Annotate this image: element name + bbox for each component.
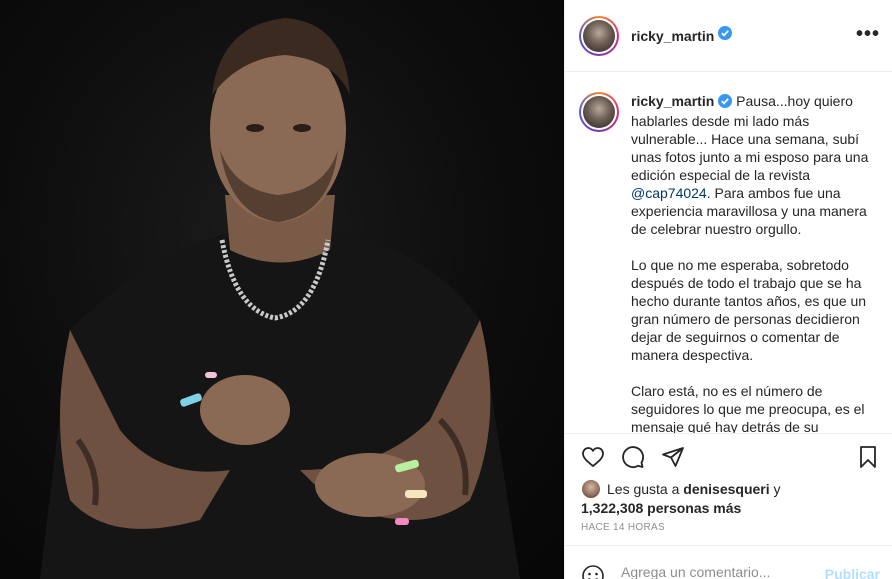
- bookmark-icon[interactable]: [856, 445, 880, 469]
- caption-verified-badge-icon: [718, 94, 733, 112]
- liker-avatar[interactable]: [581, 479, 601, 499]
- caption-avatar[interactable]: [579, 92, 619, 132]
- likes-count-link[interactable]: 1,322,308 personas más: [581, 500, 741, 516]
- caption-text: ricky_martin Pausa...hoy quiero hablarle…: [631, 92, 871, 433]
- avatar-image: [583, 19, 615, 52]
- photo-illustration: [40, 18, 520, 579]
- liker-username-link[interactable]: denisesqueri: [683, 481, 769, 497]
- more-options-button[interactable]: •••: [856, 24, 880, 44]
- paper-plane-icon[interactable]: [661, 445, 685, 469]
- caption-paragraph-3: Claro está, no es el número de seguidore…: [631, 383, 865, 433]
- post-header: ricky_martin •••: [565, 0, 892, 72]
- likes-middle: y: [769, 481, 781, 497]
- likes-summary: Les gusta a denisesqueri y 1,322,308 per…: [581, 479, 881, 517]
- action-bar: [565, 433, 892, 479]
- caption-avatar-image: [583, 96, 615, 128]
- avatar[interactable]: [579, 15, 619, 56]
- publish-button[interactable]: Publicar: [825, 566, 880, 579]
- post-photo[interactable]: [0, 0, 564, 579]
- heart-icon[interactable]: [581, 445, 605, 469]
- post-timestamp[interactable]: HACE 14 HORAS: [581, 522, 665, 533]
- post-panel: ricky_martin ••• ricky_martin Pausa...ho…: [564, 0, 892, 579]
- caption-paragraph-1: ricky_martin Pausa...hoy quiero hablarle…: [631, 92, 871, 238]
- caption-paragraph-2: Lo que no me esperaba, sobretodo después…: [631, 257, 867, 363]
- comment-input[interactable]: [621, 564, 821, 579]
- caption-area[interactable]: ricky_martin Pausa...hoy quiero hablarle…: [565, 72, 892, 433]
- caption-row: ricky_martin Pausa...hoy quiero hablarle…: [579, 92, 876, 433]
- verified-badge-icon: [718, 26, 733, 45]
- mention-link[interactable]: @cap74024: [631, 185, 707, 201]
- comment-icon[interactable]: [621, 445, 645, 469]
- caption-username[interactable]: ricky_martin: [631, 93, 714, 109]
- emoji-icon[interactable]: [581, 564, 605, 579]
- comment-box: Publicar: [565, 545, 892, 579]
- username-link[interactable]: ricky_martin: [631, 28, 714, 44]
- likes-prefix: Les gusta a: [607, 481, 684, 497]
